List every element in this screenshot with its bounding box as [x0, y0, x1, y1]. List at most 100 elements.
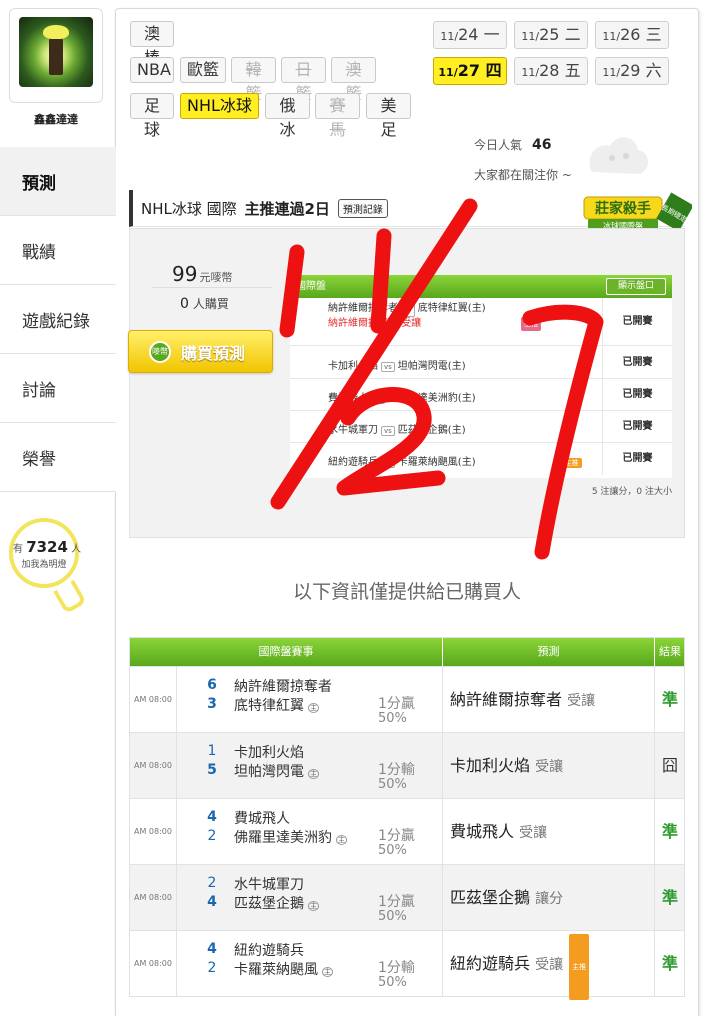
- handicap-outcome: 1分贏: [378, 828, 415, 844]
- show-handicap-button[interactable]: 顯示盤口: [606, 278, 666, 295]
- sidebar-item-honor[interactable]: 榮譽: [0, 423, 116, 492]
- handicap-outcome: 1分贏: [378, 894, 415, 910]
- game-status: 已開賽: [602, 298, 672, 345]
- sidebar-item-discussion[interactable]: 討論: [0, 354, 116, 423]
- prediction-cell: 匹茲堡企鵝 讓分: [442, 865, 654, 931]
- away-team: 納許維爾掠奪者: [234, 679, 332, 695]
- vs-icon: vs: [381, 426, 395, 436]
- game-time: AM 08:00: [130, 931, 177, 997]
- game-time: AM 08:00: [130, 799, 177, 865]
- date-button-1129[interactable]: 11/29 六: [595, 57, 669, 85]
- league-button-horse-racing: 賽馬: [315, 93, 360, 139]
- main-pick-tag: 主推: [521, 317, 542, 331]
- league-button-soccer[interactable]: 足球: [130, 93, 174, 139]
- dealer-killer-badge: 莊家殺手 冰球國際盤 長期穩定: [583, 192, 692, 232]
- prediction-cell: 納許維爾掠奪者 受讓: [442, 667, 654, 733]
- price-divider: [152, 287, 272, 288]
- preview-header: 國際盤 顯示盤口: [290, 275, 672, 298]
- preview-row: 卡加利火焰 vs 坦帕灣閃電(主) 已開賽: [290, 347, 672, 379]
- prediction-cell: 費城飛人 受讓: [442, 799, 654, 865]
- main-pick-tag: 主推: [569, 934, 590, 1000]
- table-row: AM 08:00 1 5 卡加利火焰 坦帕灣閃電主 1分輸 50% 卡加利火焰 …: [130, 732, 685, 799]
- home-score: 2: [207, 828, 217, 844]
- avatar-image: [19, 17, 93, 87]
- home-mark-icon: 主: [308, 901, 319, 911]
- handicap-outcome: 1分贏: [378, 696, 415, 712]
- watching-text: 大家都在關注你 ~: [474, 168, 572, 182]
- handicap-percent: 50%: [378, 843, 407, 858]
- result-cell: 囧: [654, 733, 685, 799]
- home-team: 佛羅里達美洲豹主: [234, 830, 347, 846]
- price: 99 元嘜幣: [172, 262, 233, 286]
- result-cell: 準: [654, 667, 685, 733]
- away-score: 2: [207, 875, 217, 891]
- league-button-russia-hockey[interactable]: 俄冰: [265, 93, 310, 139]
- date-button-1125[interactable]: 11/25 二: [514, 21, 588, 49]
- purchase-only-notice: 以下資訊僅提供給已購買人: [292, 581, 521, 603]
- home-mark-icon: 主: [308, 703, 319, 713]
- vs-icon: vs: [401, 301, 415, 317]
- bulb-suffix: 人: [71, 544, 82, 555]
- game-status: 已開賽: [602, 411, 672, 442]
- date-button-1124[interactable]: 11/24 一: [433, 21, 507, 49]
- league-button-aus-baseball[interactable]: 澳棒: [130, 21, 174, 67]
- game-status: 已開賽: [602, 347, 672, 378]
- home-score: 4: [207, 894, 217, 910]
- home-score: 5: [207, 762, 217, 778]
- bulb-count: 7324: [26, 538, 68, 556]
- username[interactable]: 鑫鑫達達: [10, 111, 102, 127]
- game-status: 已開賽: [602, 379, 672, 410]
- avatar[interactable]: [9, 8, 103, 103]
- preview-table: 國際盤 顯示盤口 納許維爾掠奪者 vs 底特律紅翼(主) 納許維爾掠奪者 受讓 主推 已…: [290, 275, 672, 478]
- away-score: 4: [207, 941, 217, 957]
- results-table: 國際盤賽事 預測 結果 AM 08:00 6 3 納許維爾掠奪者 底特律紅翼主 …: [129, 637, 685, 1000]
- league-button-japan-basketball: 日籃: [281, 57, 326, 103]
- handicap-outcome: 1分輸: [378, 762, 415, 778]
- sidebar-item-game-log[interactable]: 遊戲紀錄: [0, 285, 116, 354]
- away-team: 費城飛人: [234, 811, 290, 827]
- preview-row: 費城飛人 vs 佛羅里達美洲豹(主) 已開賽: [290, 379, 672, 411]
- popularity-value: 46: [532, 137, 552, 153]
- league-button-euro-basketball[interactable]: 歐籃: [180, 57, 226, 83]
- badge-main-text: 莊家殺手: [595, 200, 651, 217]
- home-mark-icon: 主: [308, 769, 319, 779]
- prediction-cell: 紐約遊騎兵 受讓 主推: [442, 931, 654, 1000]
- column-header-result: 結果: [654, 638, 685, 666]
- popularity: 今日人氣 46: [474, 137, 552, 153]
- results-header: 國際盤賽事 預測 結果: [130, 638, 684, 666]
- result-cell: 準: [654, 865, 685, 931]
- buy-prediction-button[interactable]: 嘜幣 購買預測: [128, 330, 273, 373]
- home-team: 卡羅萊納颶風主: [234, 962, 333, 978]
- league-button-american-football[interactable]: 美足: [366, 93, 411, 139]
- handicap-percent: 50%: [378, 777, 407, 792]
- buyers-count: 0 人購買: [180, 296, 229, 312]
- date-button-1128[interactable]: 11/28 五: [514, 57, 588, 85]
- handicap-percent: 50%: [378, 711, 407, 726]
- game-time: AM 08:00: [130, 667, 177, 733]
- away-team: 紐約遊騎兵: [234, 943, 304, 959]
- light-bulb-button[interactable]: 有 7324 人 加我為明燈: [9, 518, 82, 588]
- preview-summary: 5 注讓分，0 注大小: [591, 487, 672, 497]
- date-button-1127[interactable]: 11/27 四: [433, 57, 507, 85]
- result-cell: 準: [654, 931, 685, 997]
- away-team: 水牛城軍刀: [234, 877, 304, 893]
- handicap-outcome: 1分輸: [378, 960, 415, 976]
- date-button-1126[interactable]: 11/26 三: [595, 21, 669, 49]
- home-team: 底特律紅翼主: [234, 698, 319, 714]
- away-score: 4: [207, 809, 217, 825]
- game-status: 已開賽: [602, 443, 672, 475]
- league-button-nba[interactable]: NBA: [130, 57, 174, 83]
- sidebar-item-record[interactable]: 戰績: [0, 216, 116, 285]
- league-button-aus-basketball: 澳籃: [331, 57, 376, 103]
- prediction-cell: 卡加利火焰 受讓: [442, 733, 654, 799]
- sidebar-item-predict[interactable]: 預測: [0, 147, 116, 216]
- away-score: 1: [207, 743, 217, 759]
- table-row: AM 08:00 6 3 納許維爾掠奪者 底特律紅翼主 1分贏 50% 納許維爾…: [130, 666, 685, 733]
- home-team: 匹茲堡企鵝主: [234, 896, 319, 912]
- home-mark-icon: 主: [322, 967, 333, 977]
- preview-row: 紐約遊騎兵 vs 卡羅萊納颶風(主) 主推 已開賽: [290, 443, 672, 475]
- handicap-percent: 50%: [378, 909, 407, 924]
- league-button-nhl[interactable]: NHL冰球: [180, 93, 259, 119]
- prediction-record-button[interactable]: 預測記錄: [337, 198, 388, 218]
- table-row: AM 08:00 2 4 水牛城軍刀 匹茲堡企鵝主 1分贏 50% 匹茲堡企鵝 …: [130, 864, 685, 931]
